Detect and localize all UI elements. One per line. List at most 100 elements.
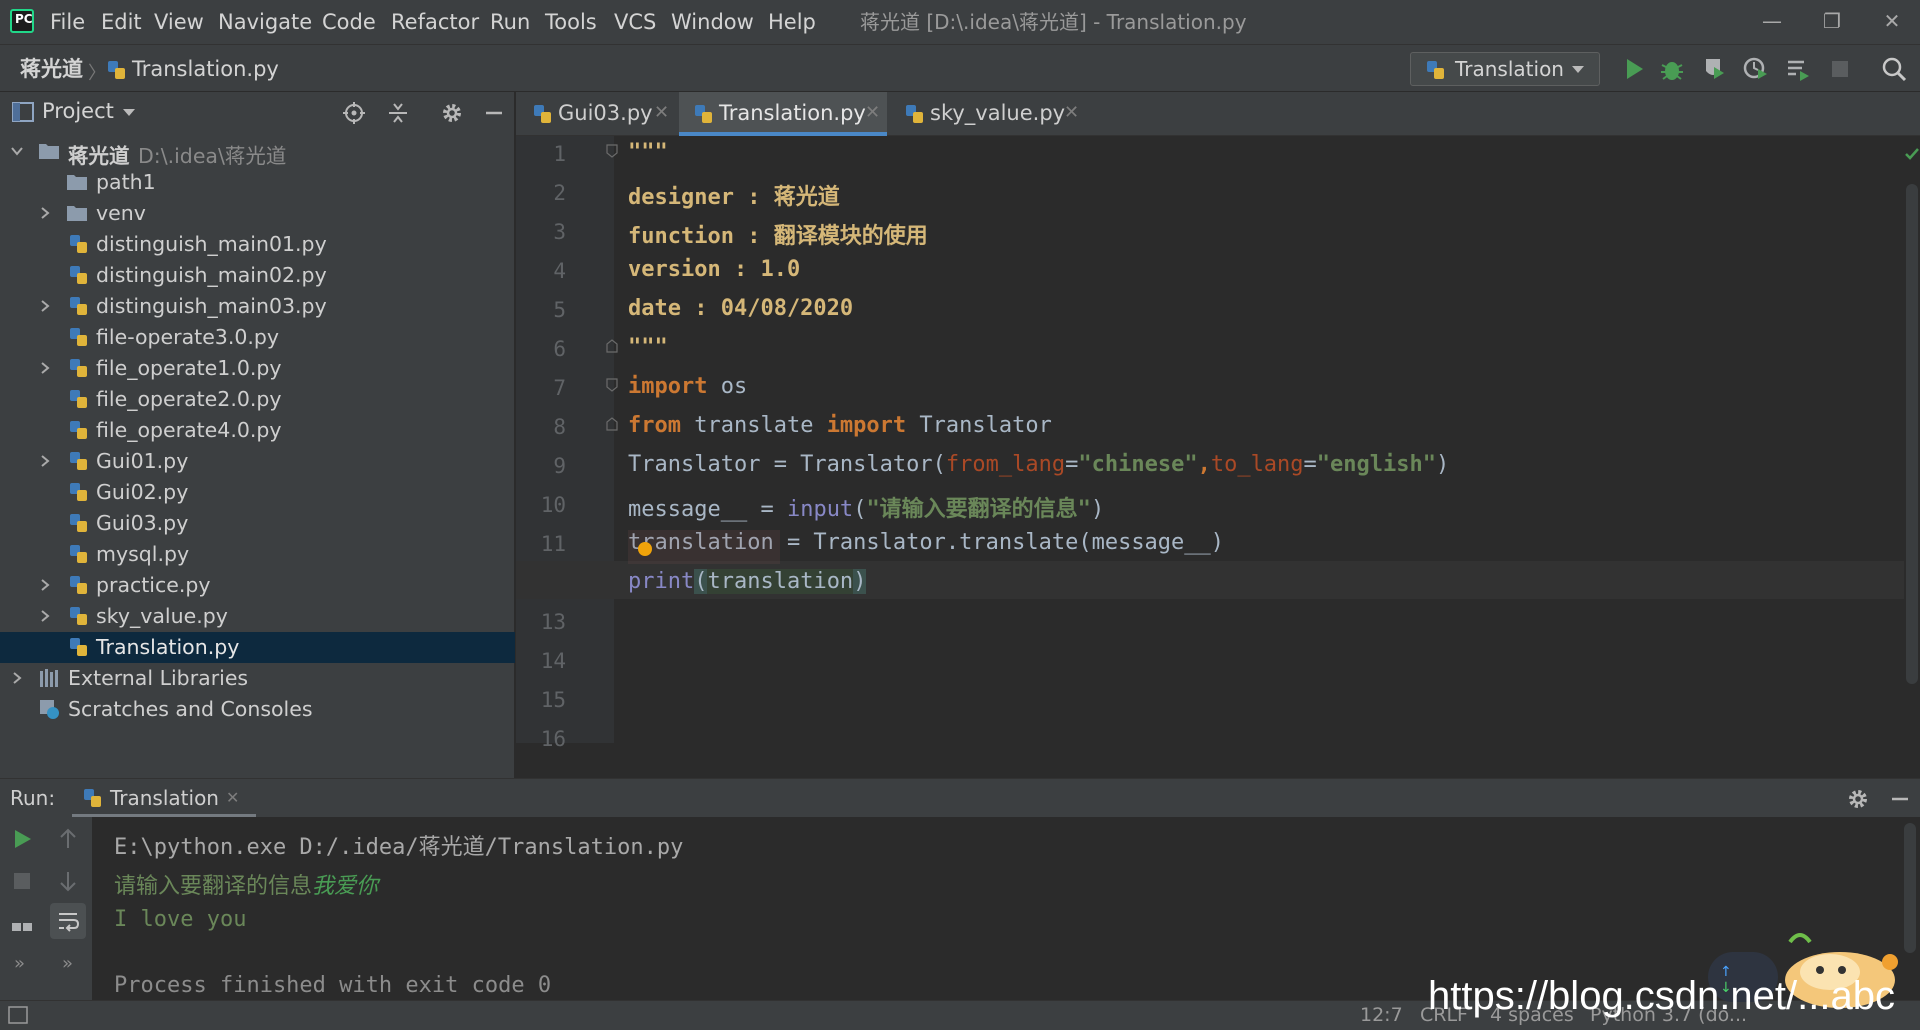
tree-item-label: Scratches and Consoles bbox=[68, 697, 313, 721]
menu-edit[interactable]: Edit bbox=[101, 9, 142, 35]
stop-icon[interactable] bbox=[10, 869, 34, 893]
tree-item-gui01[interactable]: Gui01.py bbox=[0, 446, 515, 477]
code-editor[interactable]: """ designer : 蒋光道 function : 翻译模块的使用 ve… bbox=[614, 136, 1904, 743]
close-tab-icon[interactable]: ✕ bbox=[1064, 102, 1079, 123]
python-file-icon bbox=[70, 452, 87, 470]
line-number: 1 bbox=[553, 142, 566, 166]
tree-item-distinguish-main02[interactable]: distinguish_main02.py bbox=[0, 260, 515, 291]
more-icon[interactable]: » bbox=[14, 953, 25, 974]
tree-item-file-operate3[interactable]: file-operate3.0.py bbox=[0, 322, 515, 353]
menu-tools[interactable]: Tools bbox=[545, 9, 597, 35]
restore-icon[interactable]: ❐ bbox=[1812, 6, 1852, 36]
chevron-down-icon[interactable] bbox=[10, 144, 24, 158]
tree-item-label: distinguish_main02.py bbox=[96, 263, 327, 287]
hide-panel-icon[interactable] bbox=[1888, 787, 1912, 811]
collapse-all-icon[interactable] bbox=[386, 101, 410, 125]
tree-item-practice[interactable]: practice.py bbox=[0, 570, 515, 601]
close-tab-icon[interactable]: ✕ bbox=[226, 788, 239, 807]
close-tab-icon[interactable]: ✕ bbox=[654, 102, 669, 123]
tree-root[interactable]: 蒋光道 D:\.idea\蒋光道 bbox=[0, 136, 515, 168]
menu-refactor[interactable]: Refactor bbox=[391, 9, 479, 35]
run-tab-label: Translation bbox=[110, 786, 219, 810]
project-title[interactable]: Project bbox=[42, 99, 114, 123]
gear-icon[interactable] bbox=[440, 101, 464, 125]
concurrency-icon[interactable] bbox=[1784, 55, 1812, 83]
close-window-icon[interactable]: ✕ bbox=[1872, 6, 1912, 36]
more-icon[interactable]: » bbox=[62, 953, 73, 974]
caret-position[interactable]: 12:7 bbox=[1360, 1004, 1403, 1026]
python-file-icon bbox=[70, 297, 87, 315]
chevron-right-icon[interactable] bbox=[38, 361, 52, 375]
menu-vcs[interactable]: VCS bbox=[614, 9, 656, 35]
tree-item-label: Gui03.py bbox=[96, 511, 189, 535]
run-tab-translation[interactable]: Translation ✕ bbox=[72, 779, 256, 817]
console-command: E:\python.exe D:/.idea/蒋光道/Translation.p… bbox=[114, 835, 684, 860]
chevron-right-icon[interactable] bbox=[38, 454, 52, 468]
line-number: 16 bbox=[540, 727, 566, 751]
layout-icon[interactable] bbox=[10, 911, 34, 935]
tree-root-name: 蒋光道 bbox=[68, 144, 130, 168]
tree-item-path1[interactable]: path1 bbox=[0, 167, 515, 198]
run-configuration-selector[interactable]: Translation bbox=[1410, 52, 1600, 86]
run-icon[interactable] bbox=[1620, 55, 1648, 83]
builtin-token: print bbox=[628, 569, 695, 594]
chevron-down-icon[interactable] bbox=[122, 108, 136, 118]
menu-navigate[interactable]: Navigate bbox=[218, 9, 312, 35]
tree-item-mysql[interactable]: mysql.py bbox=[0, 539, 515, 570]
arrow-up-icon[interactable] bbox=[56, 827, 80, 851]
coverage-icon[interactable] bbox=[1700, 55, 1728, 83]
lightbulb-icon[interactable] bbox=[638, 542, 652, 556]
tree-item-translation[interactable]: Translation.py bbox=[0, 632, 515, 663]
menu-view[interactable]: View bbox=[154, 9, 204, 35]
tab-sky-value[interactable]: sky_value.py ✕ bbox=[890, 92, 1086, 136]
tree-item-sky-value[interactable]: sky_value.py bbox=[0, 601, 515, 632]
tree-item-distinguish-main03[interactable]: distinguish_main03.py bbox=[0, 291, 515, 322]
tool-window-toggle-icon[interactable] bbox=[8, 1006, 28, 1024]
tree-item-scratches[interactable]: Scratches and Consoles bbox=[0, 694, 515, 725]
tab-translation[interactable]: Translation.py ✕ bbox=[679, 92, 887, 136]
rerun-icon[interactable] bbox=[10, 827, 34, 851]
tree-item-gui03[interactable]: Gui03.py bbox=[0, 508, 515, 539]
tree-item-label: distinguish_main01.py bbox=[96, 232, 327, 256]
tree-item-external-libraries[interactable]: External Libraries bbox=[0, 663, 515, 694]
menu-file[interactable]: File bbox=[50, 9, 85, 35]
chevron-right-icon[interactable] bbox=[38, 299, 52, 313]
menu-code[interactable]: Code bbox=[322, 9, 376, 35]
project-tool-window: Project 蒋光道 D:\.idea\蒋光道 path1 venv dist… bbox=[0, 92, 515, 778]
menu-window[interactable]: Window bbox=[671, 9, 754, 35]
chevron-right-icon[interactable] bbox=[38, 609, 52, 623]
gear-icon[interactable] bbox=[1846, 787, 1870, 811]
locate-icon[interactable] bbox=[342, 101, 366, 125]
tree-item-file-operate4[interactable]: file_operate4.0.py bbox=[0, 415, 515, 446]
line-number: 5 bbox=[553, 298, 566, 322]
breadcrumb-project[interactable]: 蒋光道 bbox=[20, 56, 83, 82]
scrollbar-thumb[interactable] bbox=[1906, 184, 1918, 684]
tree-item-file-operate2[interactable]: file_operate2.0.py bbox=[0, 384, 515, 415]
soft-wrap-button[interactable] bbox=[50, 903, 86, 939]
debug-icon[interactable] bbox=[1658, 55, 1686, 83]
editor-scrollbar[interactable] bbox=[1904, 136, 1920, 743]
profile-icon[interactable] bbox=[1742, 55, 1770, 83]
tab-gui03[interactable]: Gui03.py ✕ bbox=[516, 92, 676, 136]
tree-item-file-operate1[interactable]: file_operate1.0.py bbox=[0, 353, 515, 384]
breadcrumb-file[interactable]: Translation.py bbox=[132, 56, 279, 82]
stop-icon[interactable] bbox=[1826, 55, 1854, 83]
tree-item-gui02[interactable]: Gui02.py bbox=[0, 477, 515, 508]
close-tab-icon[interactable]: ✕ bbox=[865, 102, 880, 123]
line-number: 9 bbox=[553, 454, 566, 478]
comma-token: , bbox=[1197, 452, 1211, 477]
menu-help[interactable]: Help bbox=[768, 9, 816, 35]
arrow-down-icon[interactable] bbox=[56, 869, 80, 893]
chevron-right-icon[interactable] bbox=[38, 578, 52, 592]
minimize-icon[interactable]: — bbox=[1752, 6, 1792, 36]
search-icon[interactable] bbox=[1880, 55, 1908, 83]
tree-item-label: file_operate2.0.py bbox=[96, 387, 282, 411]
chevron-right-icon[interactable] bbox=[38, 206, 52, 220]
docstring-token: """ bbox=[628, 335, 668, 360]
tree-item-distinguish-main01[interactable]: distinguish_main01.py bbox=[0, 229, 515, 260]
tree-item-label: Translation.py bbox=[96, 635, 240, 659]
menu-run[interactable]: Run bbox=[490, 9, 530, 35]
tree-item-venv[interactable]: venv bbox=[0, 198, 515, 229]
chevron-right-icon[interactable] bbox=[10, 671, 24, 685]
hide-panel-icon[interactable] bbox=[482, 101, 506, 125]
